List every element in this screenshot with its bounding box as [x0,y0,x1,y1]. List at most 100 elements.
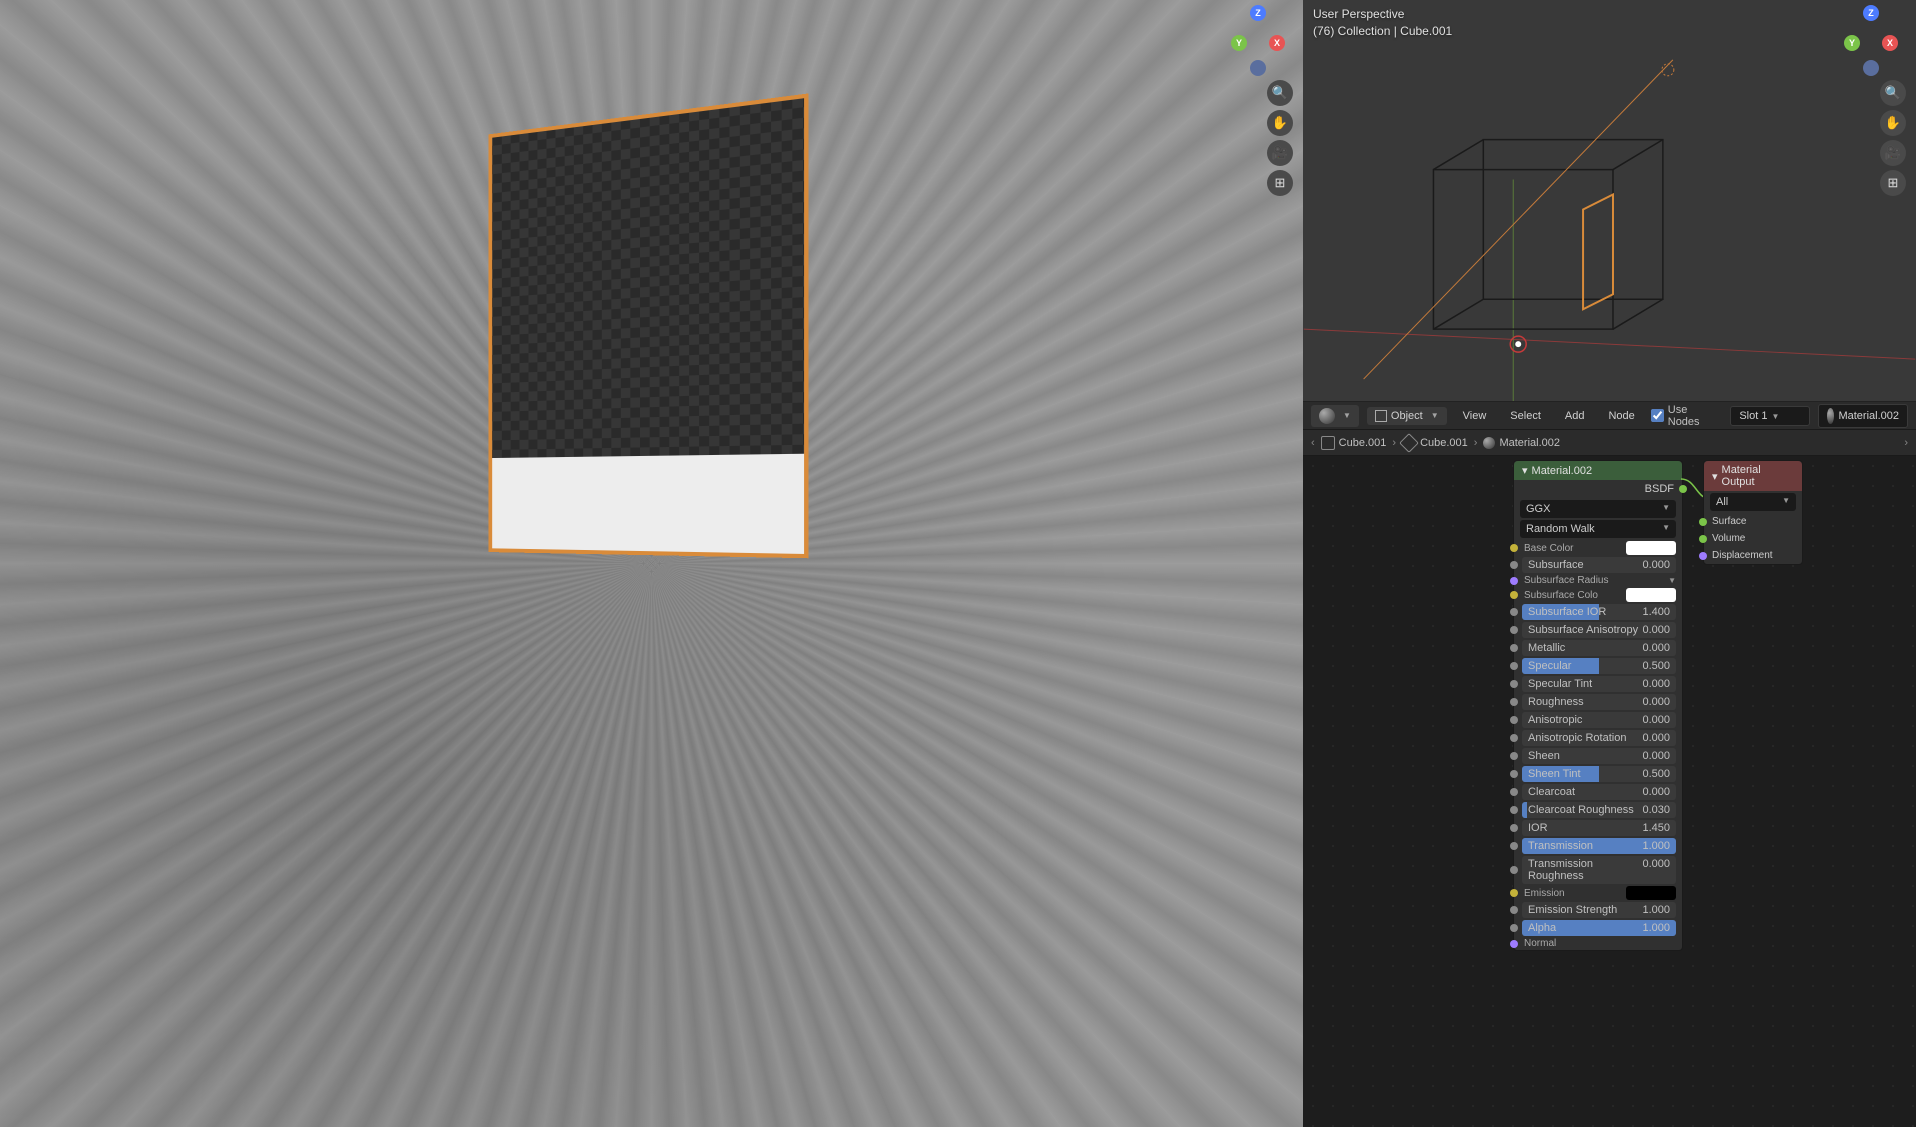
value-slider[interactable]: Subsurface Anisotropy0.000 [1522,622,1676,638]
input-socket[interactable] [1510,680,1518,688]
pan-icon[interactable]: ✋ [1880,110,1906,136]
axis-z[interactable]: Z [1250,5,1266,21]
camera-icon[interactable]: 🎥 [1267,140,1293,166]
axis-neg[interactable] [1863,60,1879,76]
wireframe-viewport[interactable]: User Perspective (76) Collection | Cube.… [1303,0,1916,402]
bsdf-input-sheen[interactable]: Sheen0.000 [1514,747,1682,765]
value-slider[interactable]: Clearcoat Roughness0.030 [1522,802,1676,818]
value-slider[interactable]: Clearcoat0.000 [1522,784,1676,800]
subsurface-method-dropdown[interactable]: Random Walk▼ [1520,520,1676,538]
volume-input-socket[interactable]: Volume [1704,530,1802,547]
zoom-icon[interactable]: 🔍 [1880,80,1906,106]
input-socket[interactable] [1510,626,1518,634]
input-socket[interactable] [1510,591,1518,599]
bsdf-input-normal[interactable]: Normal [1514,937,1682,950]
bsdf-input-subsurface-ior[interactable]: Subsurface IOR1.400 [1514,603,1682,621]
bsdf-input-clearcoat-roughness[interactable]: Clearcoat Roughness0.030 [1514,801,1682,819]
value-slider[interactable]: Sheen Tint0.500 [1522,766,1676,782]
input-socket[interactable] [1510,924,1518,932]
breadcrumb-mesh[interactable]: Cube.001 [1402,436,1468,450]
node-title[interactable]: ▾ Material Output [1704,461,1802,491]
bsdf-input-transmission[interactable]: Transmission1.000 [1514,837,1682,855]
material-output-node[interactable]: ▾ Material Output All▼ Surface Volume Di… [1703,460,1803,565]
input-socket[interactable] [1510,889,1518,897]
value-slider[interactable]: Anisotropic0.000 [1522,712,1676,728]
bsdf-input-transmission-roughness[interactable]: Transmission Roughness0.000 [1514,855,1682,885]
value-slider[interactable]: Metallic0.000 [1522,640,1676,656]
menu-view[interactable]: View [1455,407,1495,425]
value-slider[interactable]: Emission Strength1.000 [1522,902,1676,918]
bsdf-input-clearcoat[interactable]: Clearcoat0.000 [1514,783,1682,801]
bsdf-input-roughness[interactable]: Roughness0.000 [1514,693,1682,711]
material-dropdown[interactable]: Material.002 [1818,404,1908,428]
input-socket[interactable] [1510,644,1518,652]
distribution-dropdown[interactable]: GGX▼ [1520,500,1676,518]
collapse-icon[interactable]: ▾ [1522,464,1528,477]
color-swatch[interactable] [1626,541,1676,555]
zoom-icon[interactable]: 🔍 [1267,80,1293,106]
axis-y[interactable]: Y [1844,35,1860,51]
bsdf-input-base-color[interactable]: Base Color [1514,540,1682,556]
nav-gizmo-right[interactable]: Z Y X [1836,5,1906,75]
bsdf-input-metallic[interactable]: Metallic0.000 [1514,639,1682,657]
bsdf-input-specular[interactable]: Specular0.500 [1514,657,1682,675]
use-nodes-checkbox[interactable]: Use Nodes [1651,404,1715,428]
input-socket[interactable] [1510,940,1518,948]
value-slider[interactable]: Specular Tint0.000 [1522,676,1676,692]
value-slider[interactable]: Subsurface0.000 [1522,557,1676,573]
camera-icon[interactable]: 🎥 [1880,140,1906,166]
input-socket[interactable] [1510,608,1518,616]
node-title[interactable]: ▾ Material.002 [1514,461,1682,480]
input-socket[interactable] [1510,906,1518,914]
bsdf-input-specular-tint[interactable]: Specular Tint0.000 [1514,675,1682,693]
axis-x[interactable]: X [1882,35,1898,51]
input-socket[interactable] [1510,770,1518,778]
value-slider[interactable]: Anisotropic Rotation0.000 [1522,730,1676,746]
input-socket[interactable] [1510,752,1518,760]
value-slider[interactable]: IOR1.450 [1522,820,1676,836]
bsdf-input-anisotropic-rotation[interactable]: Anisotropic Rotation0.000 [1514,729,1682,747]
nav-gizmo-left[interactable]: Z Y X [1223,5,1293,75]
bsdf-input-subsurface-radius[interactable]: Subsurface Radius▼ [1514,574,1682,587]
breadcrumb-material[interactable]: Material.002 [1483,437,1560,449]
bsdf-input-subsurface-colo[interactable]: Subsurface Colo [1514,587,1682,603]
pan-icon[interactable]: ✋ [1267,110,1293,136]
input-socket[interactable] [1510,544,1518,552]
grid-icon[interactable]: ⊞ [1880,170,1906,196]
object-mode-dropdown[interactable]: Object ▼ [1367,407,1447,425]
input-socket[interactable] [1510,842,1518,850]
axis-x[interactable]: X [1269,35,1285,51]
bsdf-input-subsurface-anisotropy[interactable]: Subsurface Anisotropy0.000 [1514,621,1682,639]
bsdf-input-ior[interactable]: IOR1.450 [1514,819,1682,837]
render-viewport[interactable]: Z Y X 🔍 ✋ 🎥 ⊞ [0,0,1303,1127]
value-slider[interactable]: Roughness0.000 [1522,694,1676,710]
bsdf-input-sheen-tint[interactable]: Sheen Tint0.500 [1514,765,1682,783]
collapse-icon[interactable]: ▾ [1712,470,1718,483]
bsdf-input-emission-strength[interactable]: Emission Strength1.000 [1514,901,1682,919]
input-socket[interactable] [1510,866,1518,874]
input-socket[interactable] [1510,806,1518,814]
grid-icon[interactable]: ⊞ [1267,170,1293,196]
value-slider[interactable]: Sheen0.000 [1522,748,1676,764]
bsdf-output-socket[interactable]: BSDF [1514,480,1682,498]
menu-node[interactable]: Node [1600,407,1642,425]
input-socket[interactable] [1510,788,1518,796]
input-socket[interactable] [1510,698,1518,706]
bsdf-input-emission[interactable]: Emission [1514,885,1682,901]
input-socket[interactable] [1510,734,1518,742]
menu-select[interactable]: Select [1502,407,1549,425]
value-slider[interactable]: Specular0.500 [1522,658,1676,674]
axis-neg[interactable] [1250,60,1266,76]
bsdf-input-anisotropic[interactable]: Anisotropic0.000 [1514,711,1682,729]
surface-input-socket[interactable]: Surface [1704,513,1802,530]
input-socket[interactable] [1510,662,1518,670]
input-socket[interactable] [1510,824,1518,832]
input-socket[interactable] [1510,561,1518,569]
color-swatch[interactable] [1626,588,1676,602]
principled-bsdf-node[interactable]: ▾ Material.002 BSDF GGX▼ Random Walk▼ Ba… [1513,460,1683,951]
editor-type-dropdown[interactable]: ▼ [1311,405,1359,427]
value-slider[interactable]: Alpha1.000 [1522,920,1676,936]
value-slider[interactable]: Transmission Roughness0.000 [1522,856,1676,884]
value-slider[interactable]: Transmission1.000 [1522,838,1676,854]
slot-dropdown[interactable]: Slot 1▼ [1730,406,1810,426]
